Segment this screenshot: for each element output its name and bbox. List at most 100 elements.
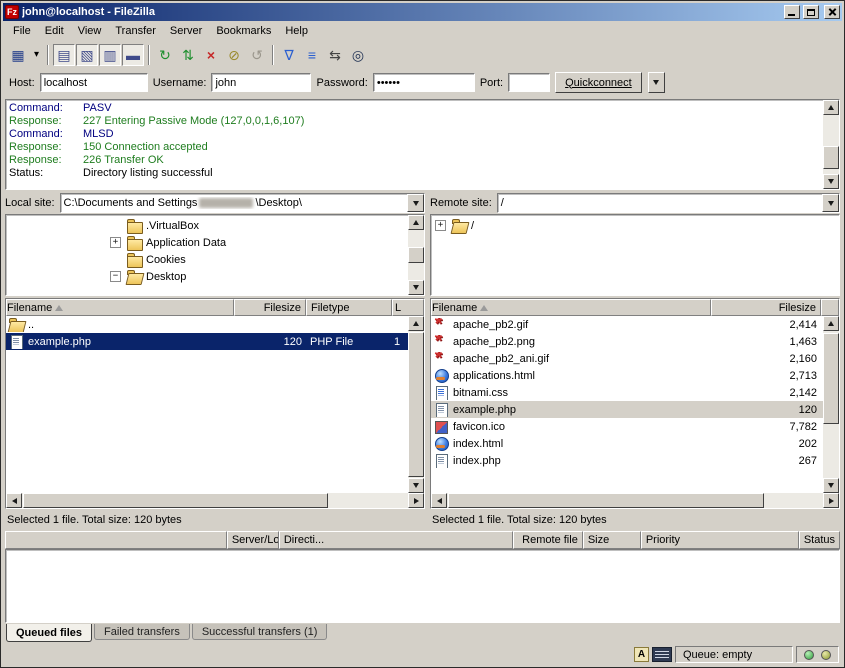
reconnect-button[interactable]: ↺ xyxy=(246,44,268,66)
scroll-down-button[interactable] xyxy=(823,478,839,493)
port-input[interactable] xyxy=(508,73,550,92)
file-row[interactable]: index.php 267 xyxy=(431,452,823,469)
queue-column-header[interactable]: Size xyxy=(583,531,641,549)
toggle-local-tree-button[interactable]: ▧ xyxy=(76,44,98,66)
menu-item[interactable]: Transfer xyxy=(108,23,163,39)
find-button[interactable]: ◎ xyxy=(347,44,369,66)
host-input[interactable] xyxy=(40,73,148,92)
tree-item[interactable]: .VirtualBox xyxy=(6,217,408,234)
queue-column-header[interactable]: Status xyxy=(799,531,840,549)
filter-button[interactable]: ∇ xyxy=(278,44,300,66)
refresh-button[interactable]: ↻ xyxy=(154,44,176,66)
remote-site-combobox[interactable]: / xyxy=(497,193,840,213)
scroll-track[interactable] xyxy=(408,331,424,478)
username-input[interactable] xyxy=(211,73,311,92)
local-file-vscrollbar[interactable] xyxy=(408,316,424,493)
scroll-thumb[interactable] xyxy=(823,146,839,170)
quickconnect-button[interactable]: Quickconnect xyxy=(555,72,642,93)
sync-browsing-button[interactable]: ⇆ xyxy=(324,44,346,66)
column-header-filesize[interactable]: Filesize xyxy=(234,299,306,316)
file-row[interactable]: apache_pb2.png 1,463 xyxy=(431,333,823,350)
queue-column-header[interactable]: Directi... xyxy=(279,531,513,549)
tab-queued-files[interactable]: Queued files xyxy=(6,624,92,642)
remote-site-dropdown[interactable] xyxy=(822,194,839,212)
menu-item[interactable]: Edit xyxy=(38,23,71,39)
menu-item[interactable]: View xyxy=(71,23,109,39)
file-row[interactable]: example.php 120 PHP File 1 xyxy=(6,333,408,350)
scroll-down-button[interactable] xyxy=(408,280,424,295)
menu-item[interactable]: File xyxy=(6,23,38,39)
column-header-lastmodified[interactable]: L xyxy=(392,299,424,316)
column-header-filesize[interactable]: Filesize xyxy=(711,299,821,316)
queue-column-header[interactable]: Remote file xyxy=(513,531,583,549)
file-row[interactable]: applications.html 2,713 xyxy=(431,367,823,384)
file-row[interactable]: apache_pb2_ani.gif 2,160 xyxy=(431,350,823,367)
scroll-track[interactable] xyxy=(447,493,823,508)
scroll-thumb[interactable] xyxy=(408,332,424,477)
file-row[interactable]: index.html 202 xyxy=(431,435,823,452)
site-manager-dropdown[interactable]: ▾ xyxy=(30,44,43,66)
scroll-left-button[interactable] xyxy=(431,493,447,508)
disconnect-button[interactable]: ⊘ xyxy=(223,44,245,66)
menu-item[interactable]: Server xyxy=(163,23,209,39)
local-site-dropdown[interactable] xyxy=(407,194,424,212)
scroll-up-button[interactable] xyxy=(408,215,424,230)
column-header-filename[interactable]: Filename xyxy=(431,299,711,316)
tree-item[interactable]: − Desktop xyxy=(6,268,408,285)
scroll-track[interactable] xyxy=(823,331,839,478)
scroll-up-button[interactable] xyxy=(823,100,839,115)
scroll-track[interactable] xyxy=(22,493,408,508)
scroll-track[interactable] xyxy=(408,230,424,280)
remote-file-vscrollbar[interactable] xyxy=(823,316,839,493)
column-header-filename[interactable]: Filename xyxy=(6,299,234,316)
scroll-up-button[interactable] xyxy=(823,316,839,331)
tree-item[interactable]: Cookies xyxy=(6,251,408,268)
scroll-thumb[interactable] xyxy=(408,247,424,263)
scroll-thumb[interactable] xyxy=(23,493,328,508)
scroll-up-button[interactable] xyxy=(408,316,424,331)
toggle-message-log-button[interactable]: ▤ xyxy=(53,44,75,66)
menu-item[interactable]: Bookmarks xyxy=(209,23,278,39)
queue-column-header[interactable]: Priority xyxy=(641,531,799,549)
file-row[interactable]: bitnami.css 2,142 xyxy=(431,384,823,401)
file-row[interactable]: apache_pb2.gif 2,414 xyxy=(431,316,823,333)
toggle-remote-tree-button[interactable]: ▥ xyxy=(99,44,121,66)
remote-file-hscrollbar[interactable] xyxy=(431,493,839,508)
scroll-right-button[interactable] xyxy=(823,493,839,508)
file-row[interactable]: .. xyxy=(6,316,408,333)
tab-successful-transfers[interactable]: Successful transfers (1) xyxy=(192,624,328,640)
keyboard-icon[interactable] xyxy=(652,647,672,662)
process-queue-button[interactable]: ⇅ xyxy=(177,44,199,66)
quickconnect-dropdown[interactable] xyxy=(648,72,665,93)
column-header-filetype[interactable]: Filetype xyxy=(306,299,392,316)
local-file-hscrollbar[interactable] xyxy=(6,493,424,508)
scroll-thumb[interactable] xyxy=(823,333,839,424)
transfer-queue-list[interactable] xyxy=(5,549,840,623)
tree-item[interactable]: + Application Data xyxy=(6,234,408,251)
scroll-left-button[interactable] xyxy=(6,493,22,508)
scroll-down-button[interactable] xyxy=(408,478,424,493)
local-site-combobox[interactable]: C:\Documents and Settings\Desktop\ xyxy=(60,193,425,213)
queue-column-header[interactable]: Server/Local file xyxy=(227,531,279,549)
toggle-queue-button[interactable]: ▬ xyxy=(122,44,144,66)
local-tree-scrollbar[interactable] xyxy=(408,215,424,295)
file-row[interactable]: example.php 120 xyxy=(431,401,823,418)
title-bar[interactable]: Fz john@localhost - FileZilla xyxy=(3,3,842,21)
tree-item[interactable]: + / xyxy=(431,217,839,234)
minimize-button[interactable] xyxy=(784,5,800,19)
tree-expander[interactable]: + xyxy=(435,220,446,231)
scroll-thumb[interactable] xyxy=(448,493,764,508)
tree-expander[interactable]: − xyxy=(110,271,121,282)
maximize-button[interactable] xyxy=(803,5,819,19)
cancel-button[interactable]: × xyxy=(200,44,222,66)
password-input[interactable] xyxy=(373,73,475,92)
scroll-down-button[interactable] xyxy=(823,174,839,189)
tab-failed-transfers[interactable]: Failed transfers xyxy=(94,624,190,640)
site-manager-button[interactable]: ▦ xyxy=(7,44,29,66)
log-scrollbar[interactable] xyxy=(823,100,839,189)
close-button[interactable] xyxy=(824,5,840,19)
menu-item[interactable]: Help xyxy=(278,23,315,39)
scroll-right-button[interactable] xyxy=(408,493,424,508)
tree-expander[interactable]: + xyxy=(110,237,121,248)
file-row[interactable]: favicon.ico 7,782 xyxy=(431,418,823,435)
